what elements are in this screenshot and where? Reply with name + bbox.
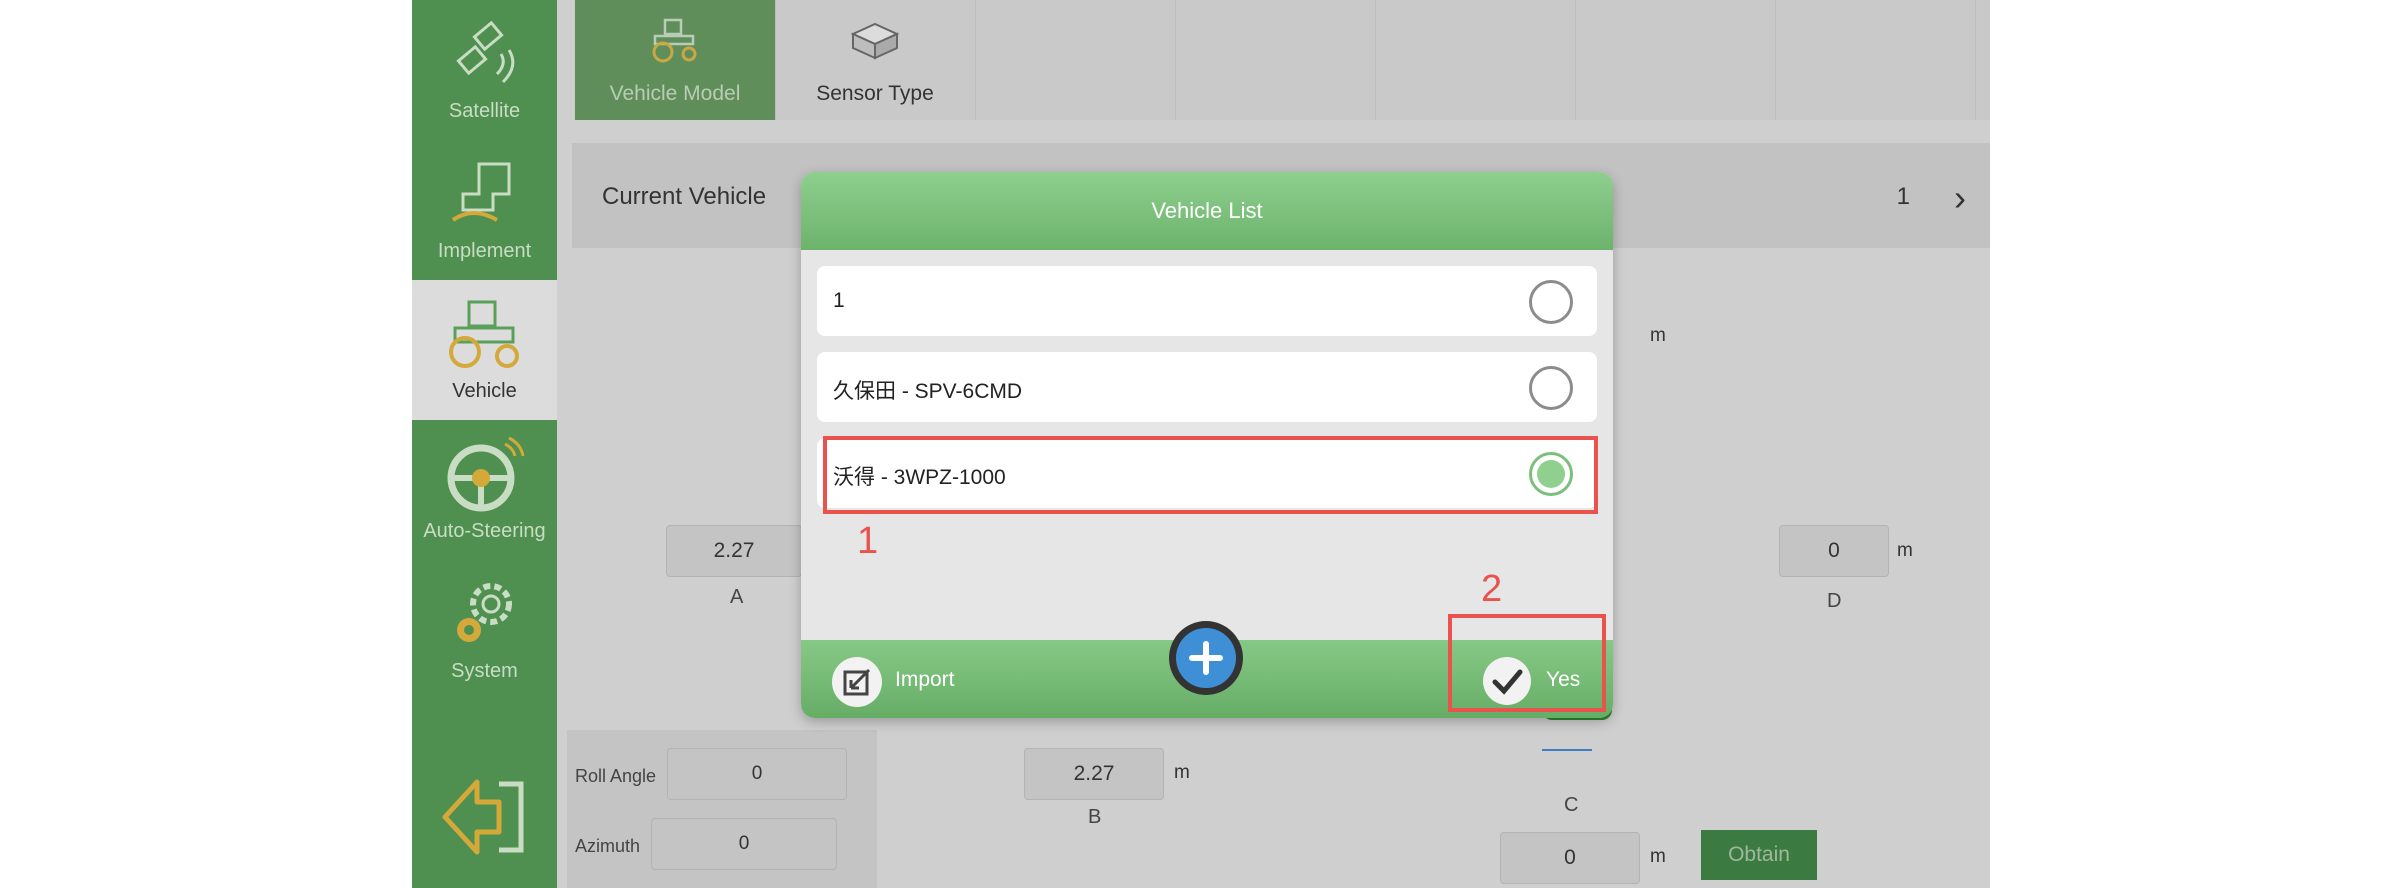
add-vehicle-button[interactable]	[1168, 620, 1244, 696]
import-button[interactable]: Import	[895, 668, 955, 692]
vehicle-list-item[interactable]: 久保田 - SPV-6CMD	[817, 352, 1597, 422]
annotation-box-2	[1448, 614, 1606, 712]
annotation-number-1: 1	[857, 520, 879, 562]
import-icon[interactable]	[831, 656, 883, 708]
annotation-number-2: 2	[1481, 568, 1503, 610]
vehicle-name: 1	[833, 289, 845, 312]
dialog-title: Vehicle List	[801, 172, 1613, 250]
radio-button[interactable]	[1529, 366, 1573, 410]
radio-button[interactable]	[1529, 280, 1573, 324]
annotation-box-1	[823, 436, 1598, 514]
vehicle-name: 久保田 - SPV-6CMD	[833, 380, 1023, 403]
vehicle-list-item[interactable]: 1	[817, 266, 1597, 336]
